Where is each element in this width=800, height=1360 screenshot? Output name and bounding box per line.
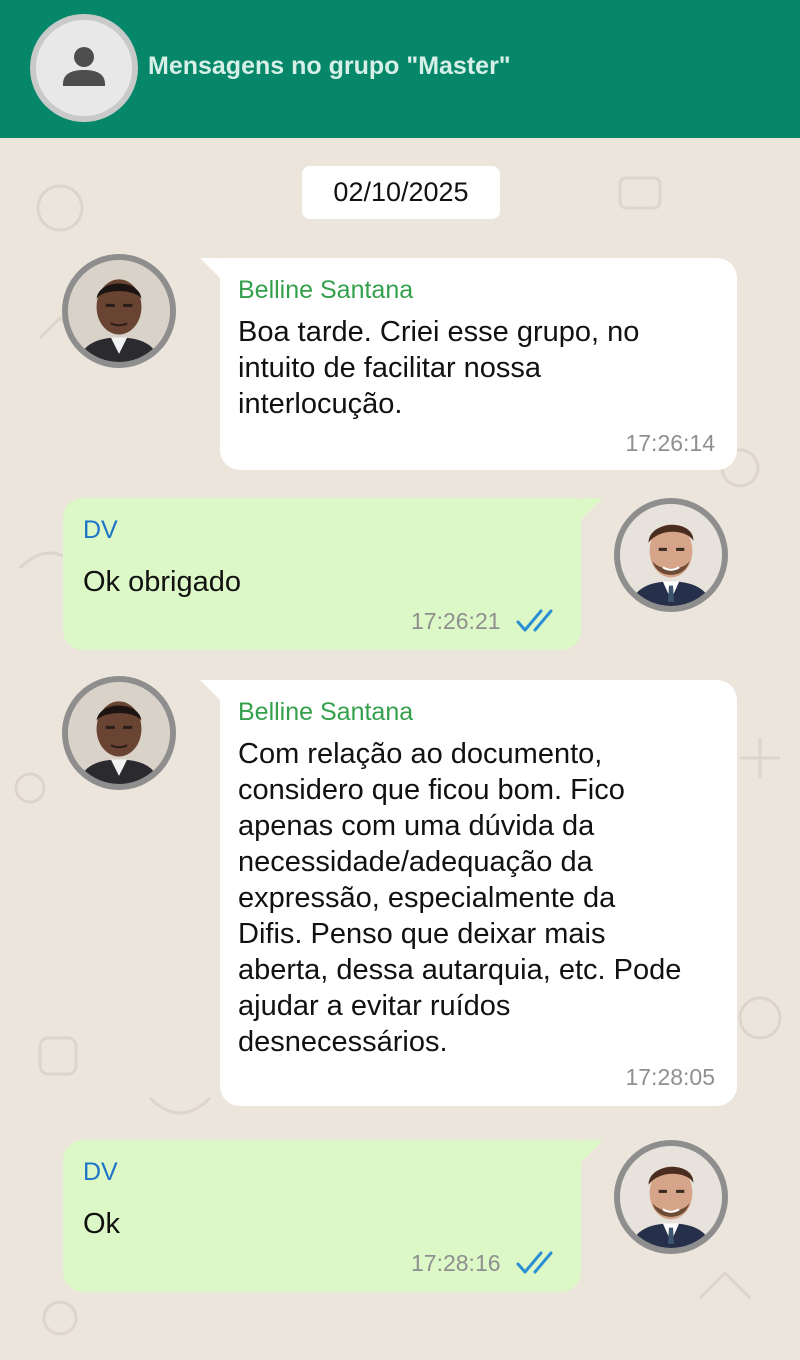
avatar-dv[interactable] xyxy=(614,498,728,612)
message-bubble[interactable]: DV Ok 17:28:16 xyxy=(63,1140,581,1292)
group-title: Mensagens no grupo "Master" xyxy=(148,52,511,80)
bubble-tail xyxy=(200,258,222,280)
sender-name: DV xyxy=(83,516,118,544)
avatar-belline-santana[interactable] xyxy=(62,676,176,790)
bubble-tail xyxy=(581,498,603,520)
profile-photo xyxy=(620,1146,722,1248)
date-badge: 02/10/2025 xyxy=(302,166,500,219)
double-check-icon xyxy=(516,1251,553,1274)
message-bubble[interactable]: DV Ok obrigado 17:26:21 xyxy=(63,498,581,650)
group-avatar[interactable] xyxy=(36,20,132,116)
message-bubble[interactable]: Belline Santana Com relação ao documento… xyxy=(220,680,737,1106)
user-placeholder-icon xyxy=(36,20,132,116)
sender-name: DV xyxy=(83,1158,118,1186)
message-text: Boa tarde. Criei esse grupo, no intuito … xyxy=(238,316,640,420)
sender-name: Belline Santana xyxy=(238,276,414,304)
double-check-icon xyxy=(516,609,553,632)
message-timestamp: 17:26:21 xyxy=(411,608,501,634)
avatar-dv[interactable] xyxy=(614,1140,728,1254)
avatar-belline-santana[interactable] xyxy=(62,254,176,368)
profile-photo xyxy=(68,682,170,784)
profile-photo xyxy=(68,260,170,362)
sender-name: Belline Santana xyxy=(238,698,414,726)
message-timestamp: 17:28:05 xyxy=(625,1064,715,1090)
message-text: Com relação ao documento, considero que … xyxy=(238,738,682,1058)
bubble-tail xyxy=(581,1140,603,1162)
bubble-tail xyxy=(200,680,222,702)
profile-photo xyxy=(620,504,722,606)
chat-area[interactable]: 02/10/2025 Belline Santana Boa tarde. Cr… xyxy=(0,138,800,1360)
message-bubble[interactable]: Belline Santana Boa tarde. Criei esse gr… xyxy=(220,258,737,470)
message-timestamp: 17:28:16 xyxy=(411,1250,501,1276)
message-timestamp: 17:26:14 xyxy=(625,430,715,456)
message-text: Ok xyxy=(83,1208,121,1240)
message-text: Ok obrigado xyxy=(83,566,241,598)
chat-header: Mensagens no grupo "Master" xyxy=(0,0,800,138)
